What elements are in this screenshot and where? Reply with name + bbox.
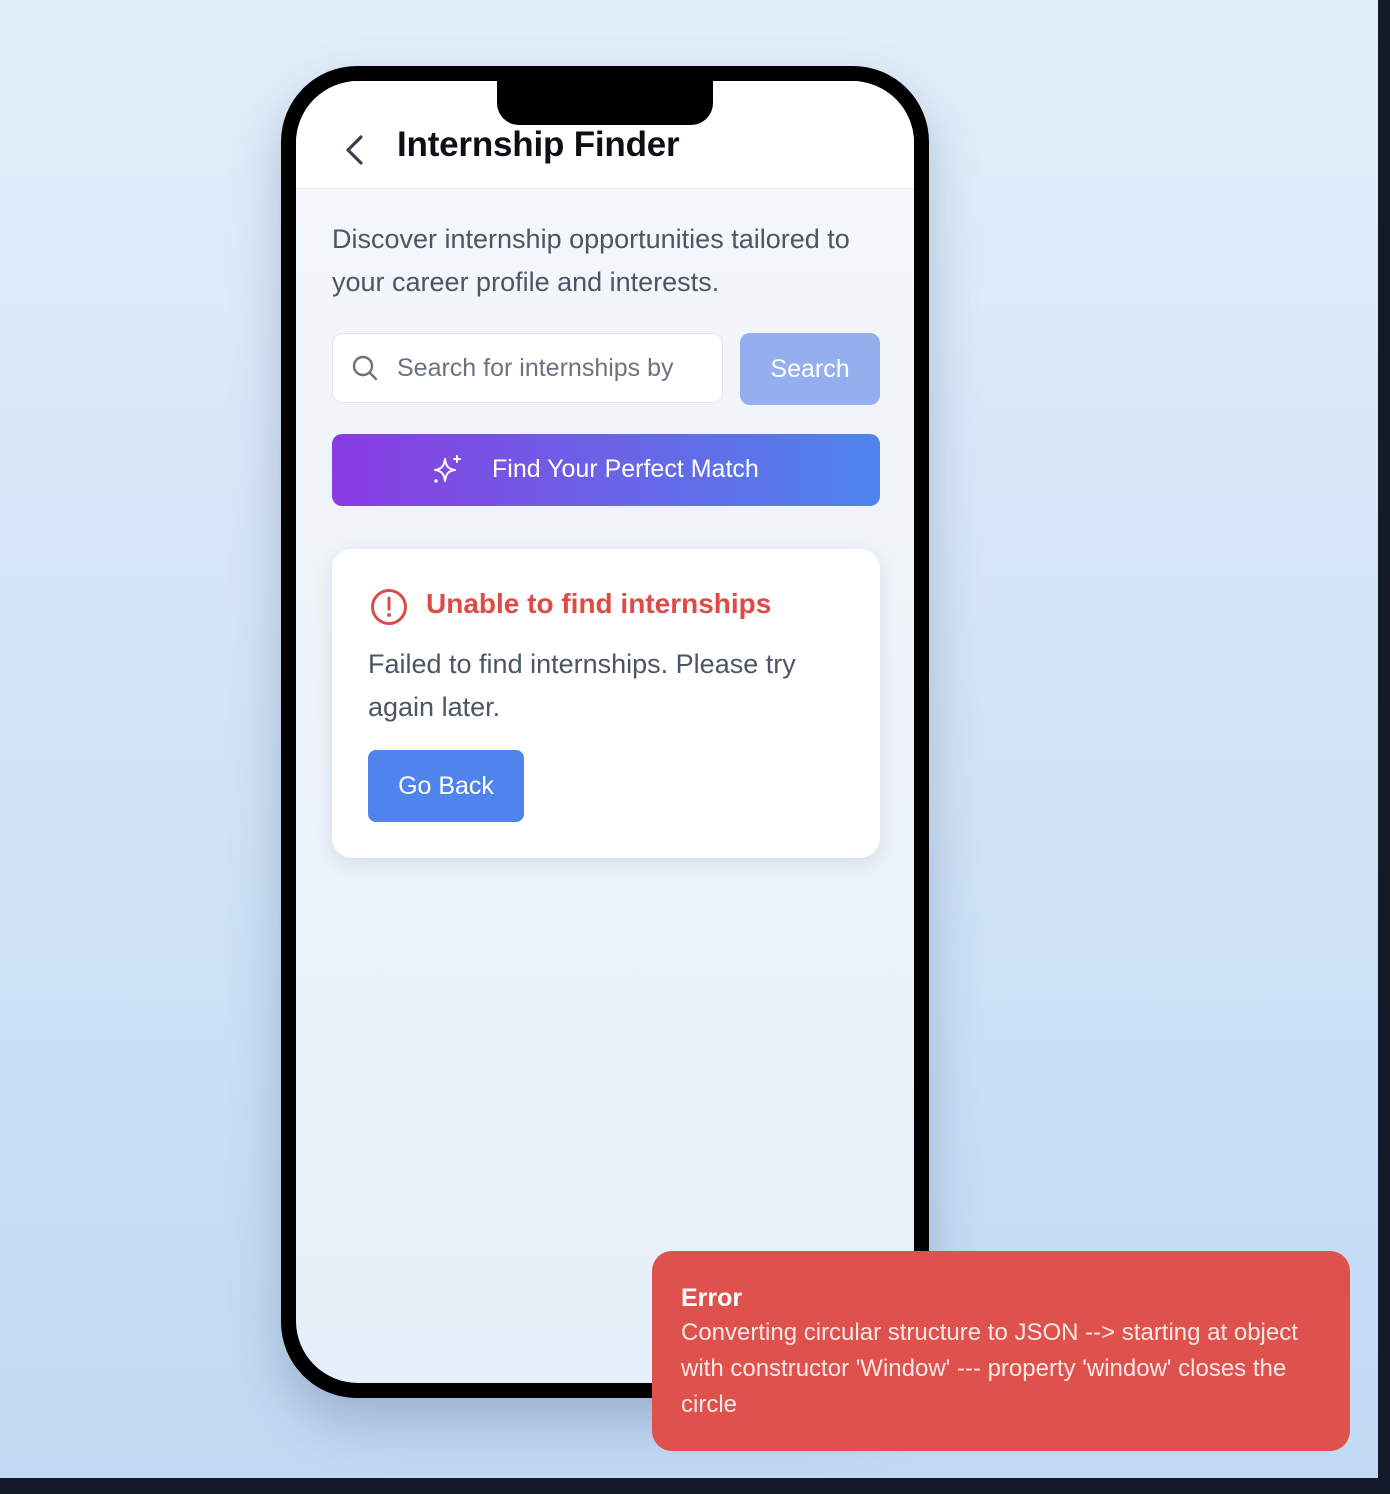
search-button[interactable]: Search [740, 333, 880, 405]
window-edge-bottom [0, 1478, 1390, 1494]
chevron-left-icon[interactable] [342, 133, 366, 167]
find-perfect-match-label: Find Your Perfect Match [492, 455, 759, 483]
window-edge-right [1378, 0, 1390, 1478]
phone-frame: Internship Finder Discover internship op… [281, 66, 929, 1398]
alert-circle-icon [371, 589, 407, 625]
phone-notch [497, 81, 713, 125]
page-background: Internship Finder Discover internship op… [0, 0, 1378, 1478]
search-box[interactable] [332, 333, 723, 403]
go-back-button[interactable]: Go Back [368, 750, 524, 822]
search-icon [352, 355, 378, 381]
error-title: Unable to find internships [426, 588, 772, 619]
sparkles-icon [434, 455, 461, 483]
page-title: Internship Finder [397, 125, 680, 164]
phone-screen: Internship Finder Discover internship op… [296, 81, 914, 1383]
search-input[interactable] [397, 334, 715, 402]
error-message: Failed to find internships. Please try a… [368, 649, 796, 722]
find-perfect-match-button[interactable]: Find Your Perfect Match [332, 434, 880, 506]
error-card: Unable to find internships Failed to fin… [332, 549, 880, 858]
toast-message: Converting circular structure to JSON --… [681, 1319, 1298, 1418]
error-toast[interactable]: Error Converting circular structure to J… [652, 1251, 1350, 1451]
intro-text: Discover internship opportunities tailor… [332, 224, 850, 297]
toast-title: Error [681, 1284, 743, 1312]
